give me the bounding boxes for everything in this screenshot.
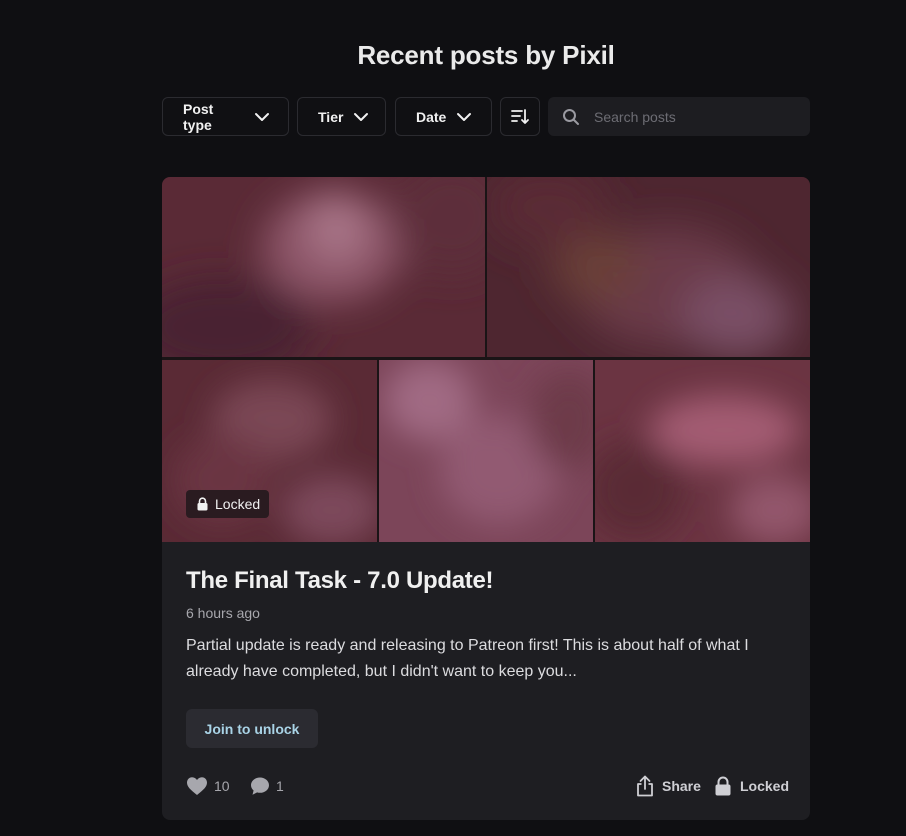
post-timestamp: 6 hours ago xyxy=(186,605,260,621)
share-label: Share xyxy=(662,778,701,794)
locked-badge: Locked xyxy=(186,490,270,518)
date-label: Date xyxy=(416,108,447,125)
post-type-filter[interactable]: Post type xyxy=(162,97,289,136)
like-count: 10 xyxy=(214,778,230,794)
locked-label: Locked xyxy=(740,778,790,794)
sort-button[interactable] xyxy=(500,97,540,136)
lock-icon xyxy=(196,497,209,511)
search-input[interactable] xyxy=(592,107,796,126)
chevron-down-icon xyxy=(353,109,369,125)
post-card: Locked The Final Task - 7.0 Update! 6 ho… xyxy=(162,177,810,820)
gallery-image xyxy=(595,360,810,542)
gallery-image xyxy=(379,360,593,542)
sort-icon xyxy=(510,108,530,126)
tier-filter[interactable]: Tier xyxy=(297,97,386,136)
post-type-label: Post type xyxy=(183,100,214,133)
heart-icon xyxy=(186,776,208,796)
page-title: Recent posts by Pixil xyxy=(357,40,615,70)
lock-icon xyxy=(714,776,732,796)
comment-icon xyxy=(250,776,270,796)
join-to-unlock-button[interactable]: Join to unlock xyxy=(186,709,318,748)
search-box xyxy=(548,97,810,136)
post-title[interactable]: The Final Task - 7.0 Update! xyxy=(186,567,494,595)
date-filter[interactable]: Date xyxy=(395,97,492,136)
gallery-image xyxy=(487,177,810,357)
post-excerpt: Partial update is ready and releasing to… xyxy=(186,637,749,680)
comment-button[interactable]: 1 xyxy=(250,773,284,799)
search-icon xyxy=(562,108,580,126)
comment-count: 1 xyxy=(276,778,284,794)
like-button[interactable]: 10 xyxy=(186,773,230,799)
locked-status: Locked xyxy=(714,773,789,799)
share-button[interactable]: Share xyxy=(636,773,701,799)
tier-label: Tier xyxy=(318,108,344,125)
share-icon xyxy=(636,775,654,797)
locked-badge-label: Locked xyxy=(215,496,261,512)
gallery-image xyxy=(162,177,485,357)
post-actions: 10 1 Share Locked xyxy=(186,773,789,799)
chevron-down-icon xyxy=(254,109,270,125)
post-image-gallery[interactable]: Locked xyxy=(162,177,810,542)
chevron-down-icon xyxy=(456,109,472,125)
